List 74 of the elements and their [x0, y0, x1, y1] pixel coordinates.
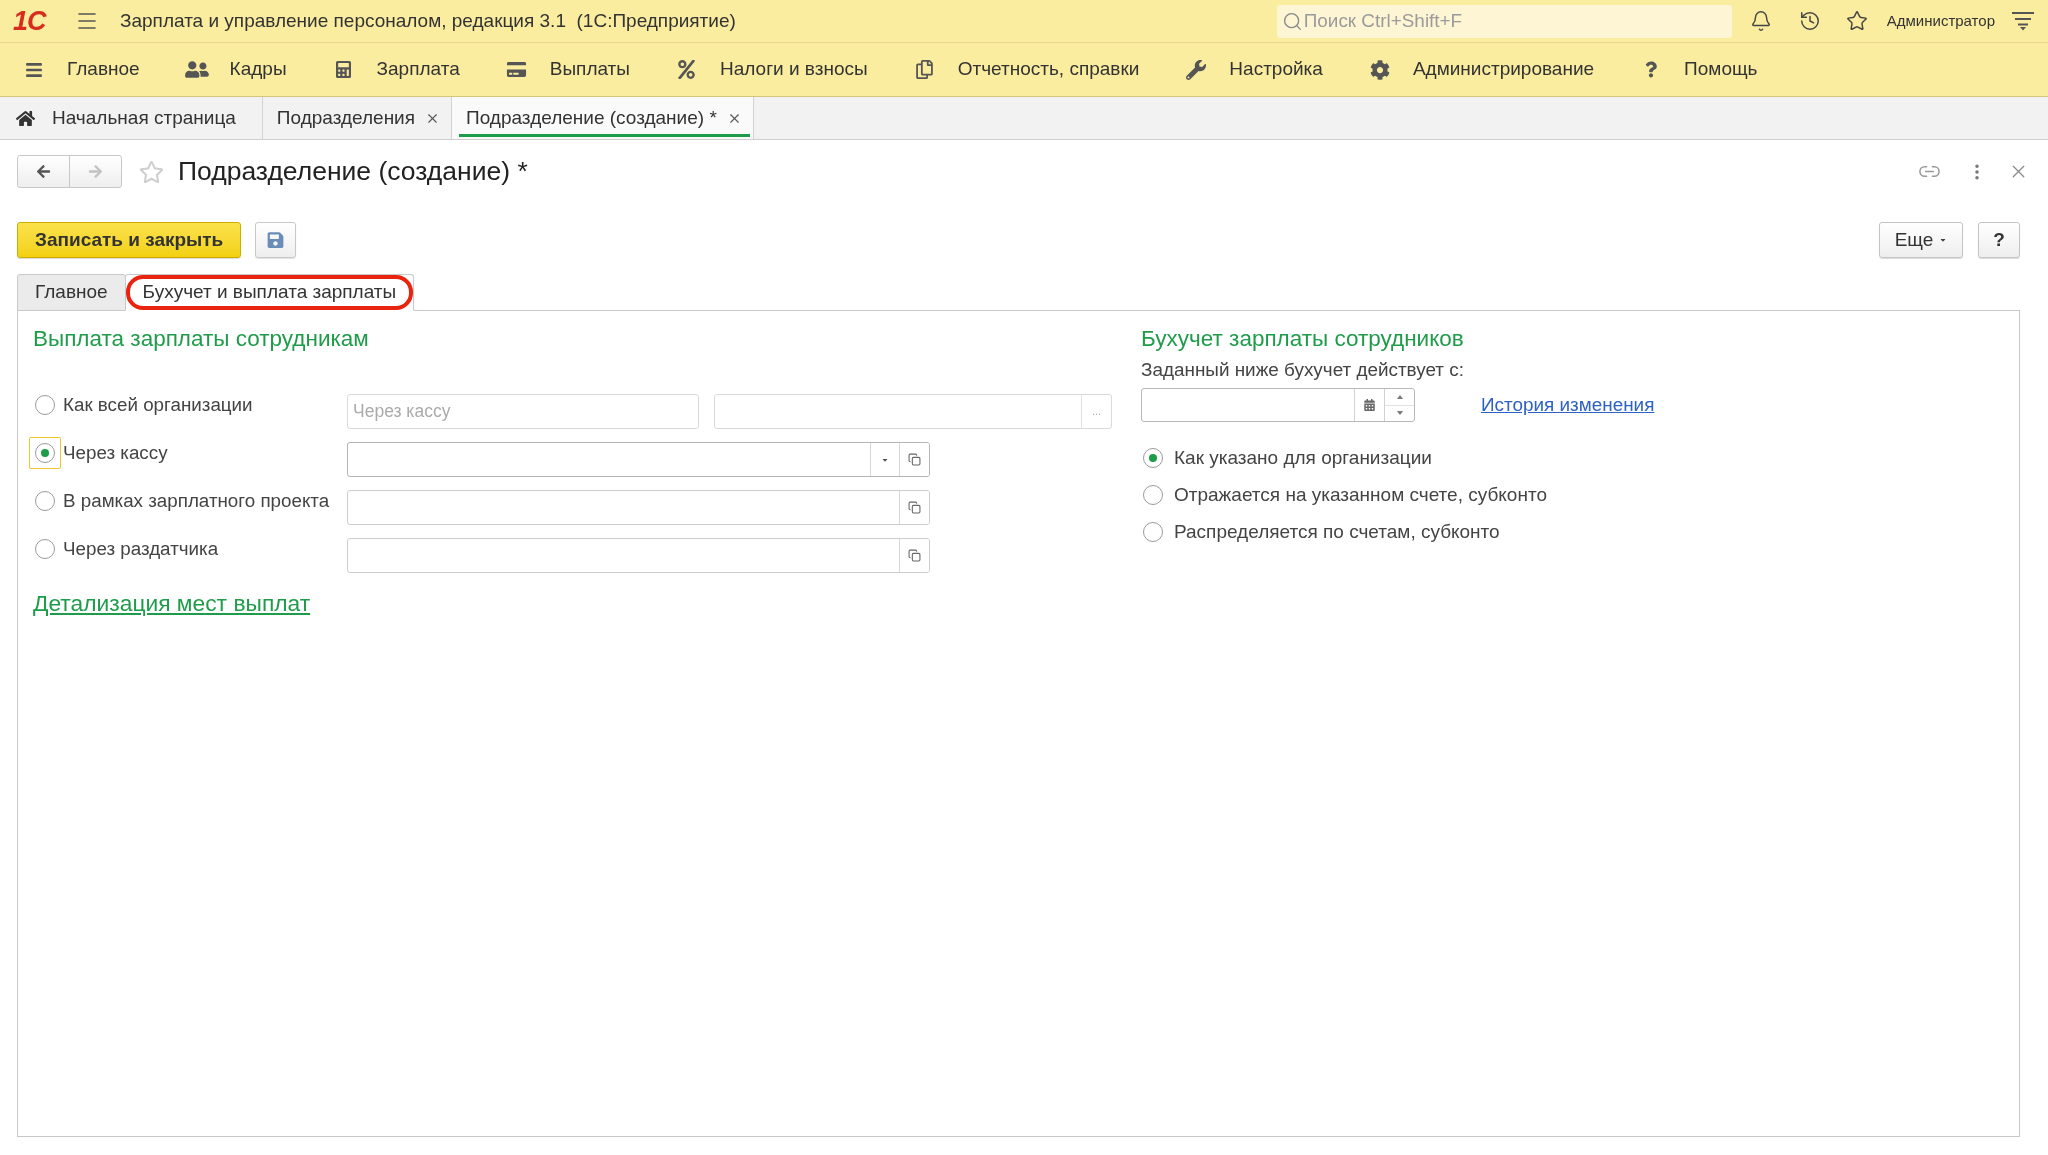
section-heading: Выплата зарплаты сотрудникам: [33, 325, 369, 353]
users-icon: [184, 60, 209, 79]
form-title: Подразделение (создание) *: [178, 154, 528, 188]
help-icon: [1645, 60, 1658, 79]
radio-button[interactable]: [1143, 522, 1163, 542]
documents-icon: [916, 60, 934, 79]
open-button[interactable]: [899, 539, 929, 572]
input-field: Через кассу: [347, 394, 699, 429]
open-tab[interactable]: Подразделение (создание) *: [452, 97, 754, 139]
search-icon: [1281, 10, 1303, 32]
form-tab[interactable]: Главное: [17, 274, 126, 311]
bell-icon[interactable]: [1749, 10, 1772, 32]
arrow-left-icon: [35, 164, 52, 179]
star-icon[interactable]: [1845, 10, 1868, 32]
radio-button[interactable]: [35, 395, 55, 415]
settings-icon: [1369, 59, 1390, 80]
radio-label[interactable]: Распределяется по счетам, субконто: [1174, 521, 1500, 543]
input-field[interactable]: [347, 490, 930, 525]
save-and-close-button[interactable]: Записать и закрыть: [17, 222, 242, 258]
user-name[interactable]: Администратор: [1886, 9, 1995, 33]
caret-icon: [1939, 236, 1948, 244]
radio-button[interactable]: [35, 491, 55, 511]
radio-button[interactable]: [29, 437, 61, 469]
menu-item[interactable]: Зарплата: [331, 49, 460, 90]
menu-item[interactable]: Отчетность, справки: [912, 49, 1140, 90]
select-field[interactable]: [347, 442, 930, 477]
copy-icon: [908, 549, 921, 562]
arrow-right-icon: [87, 164, 104, 179]
details-link[interactable]: Детализация мест выплат: [33, 590, 311, 616]
radio-label[interactable]: Через раздатчика: [63, 539, 219, 559]
open-button[interactable]: [899, 491, 929, 524]
history-icon[interactable]: [1798, 10, 1821, 32]
radio-button[interactable]: [1143, 448, 1163, 468]
menu-item[interactable]: Настройка: [1184, 49, 1323, 90]
menu-item[interactable]: Помощь: [1639, 49, 1758, 90]
logo: 1С: [13, 7, 48, 35]
caret-down-icon: [1396, 411, 1403, 416]
back-button[interactable]: [17, 155, 70, 188]
radio-label[interactable]: Как указано для организации: [1174, 447, 1432, 469]
menu-item[interactable]: Кадры: [184, 49, 287, 90]
field-label: Заданный ниже бухучет действует с:: [1141, 359, 1464, 381]
percent-icon: [678, 60, 696, 79]
save-button[interactable]: [255, 222, 297, 258]
dropdown-menu-icon[interactable]: [2011, 11, 2035, 31]
app-title: Зарплата и управление персоналом, редакция 3.1 (1С:Предприятие): [120, 8, 736, 33]
radio-button[interactable]: [1143, 485, 1163, 505]
card-icon: [506, 61, 528, 78]
section-heading: Бухучет зарплаты сотрудников: [1141, 325, 1464, 353]
calendar-icon: [1364, 399, 1375, 411]
menu-item[interactable]: Администрирование: [1367, 49, 1595, 90]
radio-button[interactable]: [35, 539, 55, 559]
menu-item[interactable]: Выплаты: [504, 49, 630, 90]
calculator-icon: [336, 60, 352, 79]
copy-icon: [908, 453, 921, 466]
date-field[interactable]: [1141, 388, 1415, 422]
more-button[interactable]: Еще: [1879, 222, 1963, 258]
history-link[interactable]: История изменения: [1481, 390, 1655, 420]
help-button[interactable]: ?: [1978, 222, 2020, 258]
radio-label[interactable]: В рамках зарплатного проекта: [63, 491, 330, 511]
form-tab[interactable]: Бухучет и выплата зарплаты: [124, 274, 415, 311]
open-button[interactable]: [899, 443, 929, 476]
radio-label[interactable]: Через кассу: [63, 443, 168, 463]
search-field[interactable]: Поиск Ctrl+Shift+F: [1276, 4, 1732, 38]
star-icon[interactable]: [139, 159, 164, 184]
menu-item[interactable]: Главное: [22, 49, 140, 90]
menu-item[interactable]: Налоги и взносы: [675, 49, 868, 90]
copy-icon: [908, 501, 921, 514]
caret-up-icon: [1396, 394, 1403, 399]
list-icon: [24, 60, 44, 79]
wrench-icon: [1186, 59, 1207, 80]
radio-label[interactable]: Как всей организации: [63, 395, 253, 415]
home-icon: [16, 109, 35, 127]
input-field[interactable]: [347, 538, 930, 573]
radio-label[interactable]: Отражается на указанном счете, субконто: [1174, 484, 1547, 506]
